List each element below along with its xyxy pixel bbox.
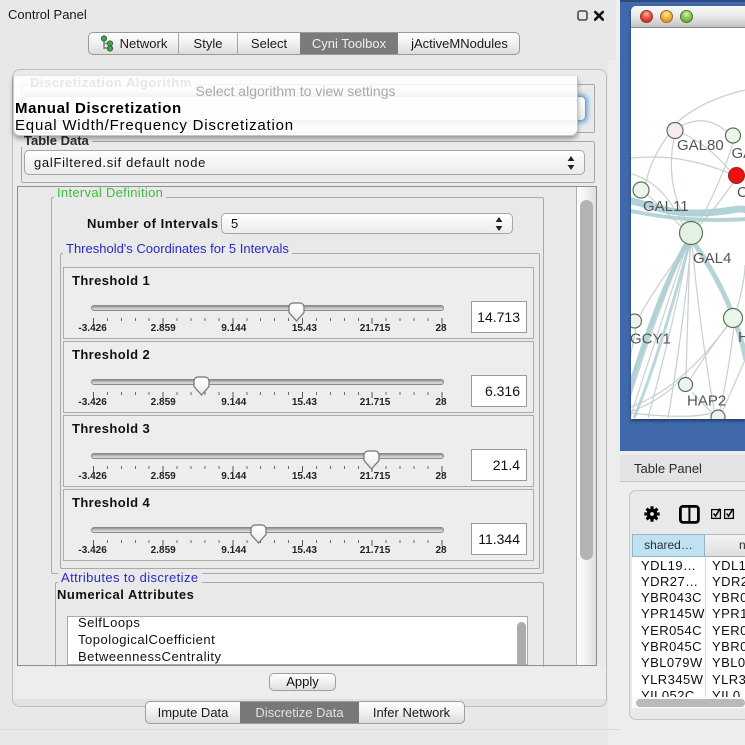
svg-text:GAL11: GAL11 [643,198,689,215]
svg-text:GCY1: GCY1 [631,331,671,348]
svg-text:GAL4: GAL4 [693,250,731,267]
svg-text:CYC1: CYC1 [737,184,745,201]
svg-text:GAL4: GAL4 [732,145,745,162]
svg-text:HAP2: HAP2 [687,393,726,410]
svg-text:GAL80: GAL80 [677,137,724,154]
svg-text:HIS4: HIS4 [738,329,745,346]
